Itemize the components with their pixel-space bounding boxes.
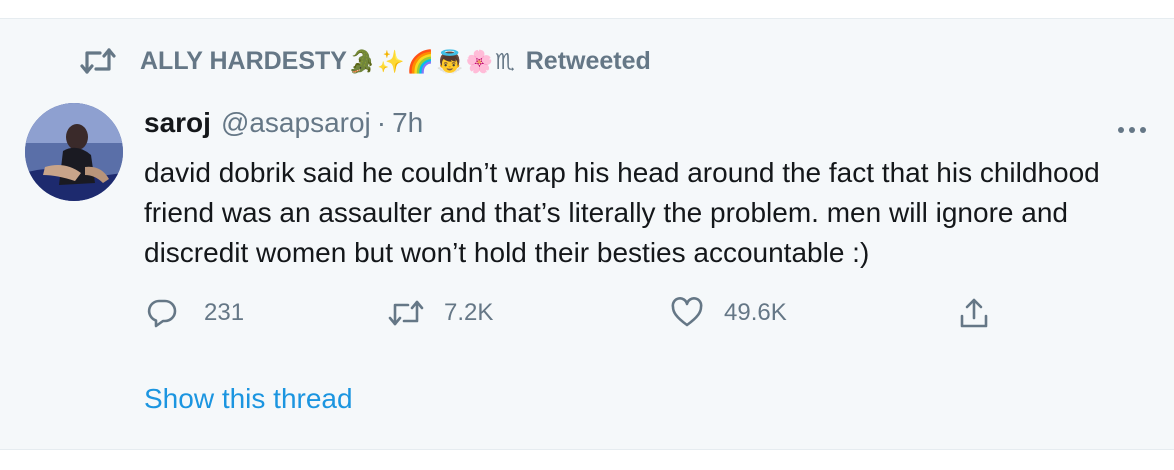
rainbow-emoji: 🌈 (406, 48, 435, 74)
separator-dot: · (376, 107, 387, 138)
retweet-button[interactable]: 7.2K (388, 291, 493, 335)
tweet-card[interactable]: ALLY HARDESTY🐊✨🌈👼🌸♏ Retweeted saroj @asap… (0, 18, 1174, 450)
tweet-text: david dobrik said he couldn’t wrap his h… (144, 157, 1100, 268)
share-button[interactable] (958, 291, 990, 335)
more-options-icon[interactable] (1112, 115, 1152, 145)
reply-icon (146, 297, 178, 329)
retweet-count: 7.2K (444, 299, 494, 326)
like-button[interactable]: 49.6K (670, 291, 787, 335)
retweet-context: ALLY HARDESTY🐊✨🌈👼🌸♏ Retweeted (78, 41, 651, 81)
retweeted-label: Retweeted (525, 46, 651, 75)
retweet-icon (78, 41, 118, 81)
tweet-header: saroj @asapsaroj · 7h (144, 107, 423, 139)
retweet-action-icon (388, 298, 424, 328)
tweet-timestamp[interactable]: 7h (392, 107, 423, 139)
heart-icon (670, 297, 704, 329)
crocodile-emoji: 🐊 (347, 48, 376, 74)
cherry-blossom-emoji: 🌸 (465, 48, 494, 74)
share-icon (958, 296, 990, 330)
retweeter-name[interactable]: ALLY HARDESTY (140, 47, 347, 75)
author-name[interactable]: saroj (144, 107, 211, 139)
tweet-actions: 231 7.2K 49.6K (144, 291, 1004, 335)
angel-emoji: 👼 (436, 48, 464, 74)
scorpio-emoji: ♏ (495, 48, 515, 74)
reply-button[interactable]: 231 (146, 291, 244, 335)
reply-count: 231 (204, 299, 245, 326)
like-count: 49.6K (724, 299, 787, 326)
show-thread-link[interactable]: Show this thread (144, 383, 353, 415)
author-handle[interactable]: @asapsaroj (221, 107, 371, 139)
sparkles-emoji: ✨ (377, 48, 405, 74)
avatar[interactable] (25, 103, 123, 201)
